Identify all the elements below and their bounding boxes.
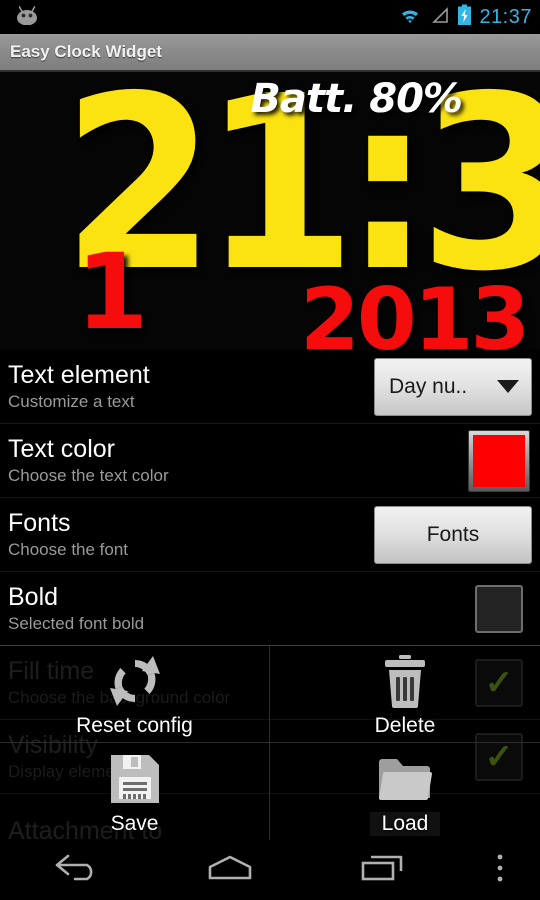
pref-text-block: Text element Customize a text — [8, 360, 374, 413]
recents-icon — [357, 853, 409, 888]
preview-battery: Batt. 80% — [250, 76, 463, 122]
preview-year: 2013 — [300, 270, 530, 350]
pref-title: Text element — [8, 361, 150, 389]
pref-row-text-color[interactable]: Text color Choose the text color — [0, 424, 540, 498]
menu-item-label: Reset config — [76, 714, 193, 737]
android-head-icon — [14, 5, 40, 30]
refresh-icon — [104, 650, 166, 712]
menu-item-label: Load — [369, 811, 441, 836]
back-button[interactable] — [0, 840, 153, 900]
text-color-swatch[interactable] — [468, 429, 530, 492]
battery-charging-icon — [457, 4, 472, 31]
action-bar: Easy Clock Widget — [0, 34, 540, 72]
pref-widget: Day nu.. — [374, 357, 540, 416]
page-title: Easy Clock Widget — [10, 42, 162, 61]
status-bar-system-icons: 21:37 — [397, 4, 532, 31]
bold-checkbox[interactable] — [475, 584, 523, 633]
chevron-down-icon — [497, 380, 519, 393]
menu-item-label: Save — [110, 811, 159, 835]
pref-summary: Choose the font — [8, 540, 129, 559]
pref-row-text-element[interactable]: Text element Customize a text Day nu.. — [0, 350, 540, 424]
fonts-button[interactable]: Fonts — [374, 505, 532, 564]
pref-summary: Choose the text color — [8, 466, 169, 485]
pref-summary: Customize a text — [8, 392, 135, 411]
status-bar-clock: 21:37 — [479, 6, 532, 28]
pref-title: Text color — [8, 435, 115, 463]
clock-widget-preview[interactable]: 21:37 Batt. 80% 1 MAI 2013 — [0, 72, 540, 350]
back-icon — [53, 853, 101, 888]
signal-icon — [430, 5, 450, 30]
spinner-value: Day nu.. — [389, 374, 468, 398]
home-button[interactable] — [153, 840, 306, 900]
overflow-icon — [495, 852, 505, 889]
options-menu: Reset config Delete Save Load — [0, 645, 540, 840]
preview-day-number: 1 — [76, 231, 149, 350]
pref-summary: Selected font bold — [8, 614, 145, 633]
trash-icon — [379, 650, 431, 712]
color-fill — [473, 434, 525, 487]
folder-icon — [377, 748, 433, 810]
pref-row-fonts[interactable]: Fonts Choose the font Fonts — [0, 498, 540, 572]
menu-item-load[interactable]: Load — [270, 743, 540, 840]
pref-text-block: Fonts Choose the font — [8, 508, 374, 561]
navigation-bar — [0, 840, 540, 900]
menu-item-save[interactable]: Save — [0, 743, 270, 840]
pref-text-block: Bold Selected font bold — [8, 582, 475, 635]
menu-item-delete[interactable]: Delete — [270, 646, 540, 743]
pref-title: Bold — [8, 583, 59, 611]
pref-widget — [475, 584, 540, 633]
floppy-disk-icon — [109, 748, 161, 810]
overflow-button[interactable] — [460, 840, 540, 900]
wifi-icon — [397, 5, 423, 30]
text-element-spinner[interactable]: Day nu.. — [374, 357, 532, 416]
pref-widget: Fonts — [374, 505, 540, 564]
pref-text-block: Text color Choose the text color — [8, 434, 468, 487]
status-bar-notifications — [14, 5, 40, 30]
pref-title: Fonts — [8, 509, 71, 537]
pref-row-bold[interactable]: Bold Selected font bold — [0, 572, 540, 646]
home-icon — [204, 853, 256, 888]
android-screen: 21:37 Easy Clock Widget 21:37 Batt. 80% … — [0, 0, 540, 900]
recents-button[interactable] — [307, 840, 460, 900]
menu-item-label: Delete — [374, 714, 436, 737]
pref-widget — [468, 429, 540, 492]
menu-item-reset-config[interactable]: Reset config — [0, 646, 270, 743]
status-bar: 21:37 — [0, 0, 540, 34]
